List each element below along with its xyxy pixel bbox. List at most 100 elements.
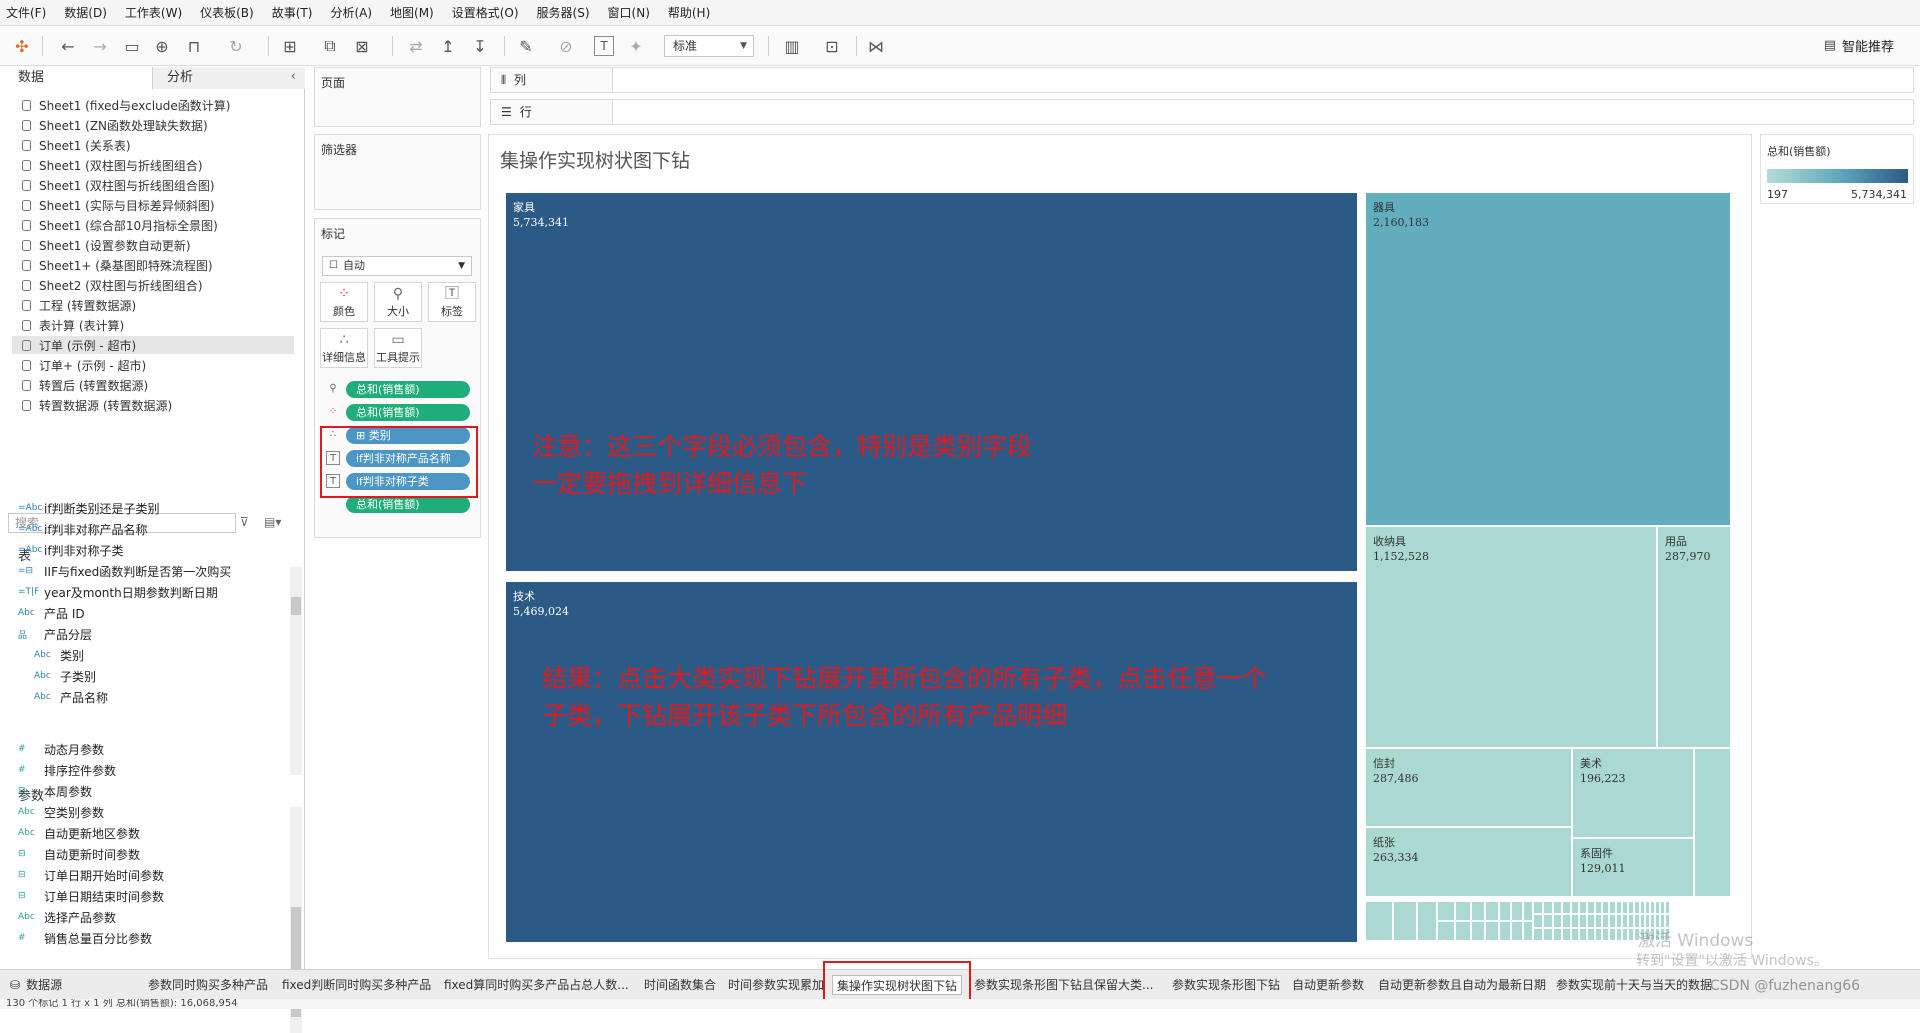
treemap-tile-small[interactable] (1456, 902, 1470, 920)
swap-icon[interactable]: ⇄ (404, 34, 428, 58)
treemap-tile-small[interactable] (1656, 902, 1659, 914)
treemap-tile-small[interactable] (1438, 902, 1454, 920)
datasource-item[interactable]: Sheet2 (双柱图与折线图组合) (22, 276, 203, 294)
field-item[interactable]: =Abc if判断类别还是子类别 (18, 499, 160, 517)
treemap-tile-small[interactable] (1623, 928, 1627, 940)
parameter-item[interactable]: # 排序控件参数 (18, 761, 116, 779)
menu-item[interactable]: 仪表板(B) (200, 4, 254, 21)
sort-desc-icon[interactable]: ↧ (468, 34, 492, 58)
treemap-tile-small[interactable] (1617, 915, 1621, 927)
treemap-tile-small[interactable] (1544, 902, 1552, 914)
tab-analysis[interactable]: 分析 (152, 67, 305, 89)
treemap-tile[interactable]: 纸张 263,334 (1366, 828, 1571, 896)
treemap-tile-small[interactable] (1610, 928, 1615, 940)
datasource-item[interactable]: Sheet1 (fixed与exclude函数计算) (22, 96, 230, 114)
datasource-item[interactable]: 转置后 (转置数据源) (22, 376, 148, 394)
treemap-tile-small[interactable] (1563, 928, 1570, 940)
pill-sum-sales-size[interactable]: 总和(销售额) (346, 381, 470, 398)
treemap-tile-small[interactable] (1629, 915, 1633, 927)
treemap-tile-small[interactable] (1554, 915, 1561, 927)
marks-type-select[interactable]: ☐ 自动 ▼ (322, 256, 472, 276)
treemap-tile-small[interactable] (1603, 928, 1608, 940)
menu-item[interactable]: 分析(A) (330, 4, 372, 21)
treemap-tile-small[interactable] (1651, 915, 1654, 927)
treemap-tile-small[interactable] (1651, 902, 1654, 914)
parameter-item[interactable]: # 销售总量百分比参数 (18, 929, 152, 947)
menu-item[interactable]: 设置格式(O) (452, 4, 519, 21)
datasource-item[interactable]: Sheet1 (ZN函数处理缺失数据) (22, 116, 208, 134)
refresh-icon[interactable]: ↻ (224, 34, 248, 58)
menu-item[interactable]: 地图(M) (390, 4, 434, 21)
treemap-tile-small[interactable] (1666, 915, 1669, 927)
treemap-tile-small[interactable] (1563, 902, 1570, 914)
datasource-item[interactable]: 订单 (示例 - 超市) (12, 336, 294, 354)
treemap-tile-small[interactable] (1666, 902, 1669, 914)
sort-asc-icon[interactable]: ↥ (436, 34, 460, 58)
fit-select[interactable]: 标准 ▼ (664, 35, 754, 57)
treemap-tile-small[interactable] (1472, 922, 1484, 940)
parameter-item[interactable]: Abc 空类别参数 (18, 803, 104, 821)
treemap-tile-small[interactable] (1635, 915, 1639, 927)
datasource-item[interactable]: Sheet1 (设置参数自动更新) (22, 236, 191, 254)
treemap-tile-small[interactable] (1623, 915, 1627, 927)
treemap-tile-small[interactable] (1603, 902, 1608, 914)
field-item[interactable]: Abc 子类别 (34, 667, 96, 685)
sheet-tab[interactable]: 参数实现条形图下钻 (1168, 975, 1284, 995)
treemap-tile-small[interactable] (1580, 915, 1586, 927)
parameter-item[interactable]: Abc 选择产品参数 (18, 908, 116, 926)
parameter-item[interactable]: ⊟ 本周参数 (18, 782, 92, 800)
treemap-tile-small[interactable] (1635, 902, 1639, 914)
tooltip-button[interactable]: ▭ 工具提示 (374, 328, 422, 368)
treemap-tile-small[interactable] (1486, 902, 1498, 920)
treemap-tile-small[interactable] (1596, 915, 1601, 927)
highlight-icon[interactable]: ✎ (514, 34, 538, 58)
treemap-tile-small[interactable] (1534, 902, 1542, 914)
treemap-tile-small[interactable] (1524, 922, 1532, 940)
treemap-tile-small[interactable] (1641, 902, 1644, 914)
treemap-tile-small[interactable] (1500, 902, 1510, 920)
datasource-item[interactable]: Sheet1 (双柱图与折线图组合) (22, 156, 203, 174)
treemap-tile[interactable]: 器具 2,160,183 (1366, 193, 1730, 525)
treemap-tile-small[interactable] (1646, 902, 1649, 914)
treemap-tile-small[interactable] (1418, 902, 1436, 940)
filter-icon[interactable]: ⊽ (240, 515, 249, 529)
smart-recommend-button[interactable]: ▤ 智能推荐 (1824, 36, 1894, 55)
treemap-tile-small[interactable] (1580, 928, 1586, 940)
sheet-tab[interactable]: 时间参数实现累加 (724, 975, 828, 995)
treemap-tile-small[interactable] (1534, 915, 1542, 927)
new-datasource-icon[interactable]: ⊕ (150, 34, 174, 58)
treemap-tile-small[interactable] (1544, 915, 1552, 927)
duplicate-icon[interactable]: ⧉ (318, 34, 342, 58)
undo-icon[interactable]: ← (56, 34, 80, 58)
treemap-tile-small[interactable] (1554, 928, 1561, 940)
parameter-item[interactable]: # 动态月参数 (18, 740, 104, 758)
filters-card[interactable]: 筛选器 (314, 134, 481, 210)
parameter-item[interactable]: Abc 自动更新地区参数 (18, 824, 140, 842)
datasource-item[interactable]: 工程 (转置数据源) (22, 296, 136, 314)
field-item[interactable]: 品 产品分层 (18, 625, 92, 643)
sheet-tab[interactable]: 自动更新参数且自动为最新日期 (1374, 975, 1550, 995)
treemap-tile-small[interactable] (1563, 915, 1570, 927)
datasource-item[interactable]: Sheet1+ (桑基图即特殊流程图) (22, 256, 213, 274)
treemap-tile-small[interactable] (1629, 902, 1633, 914)
treemap-tile-small[interactable] (1617, 902, 1621, 914)
treemap-tile-small[interactable] (1610, 915, 1615, 927)
treemap-tile-small[interactable] (1472, 902, 1484, 920)
treemap-tile-small[interactable] (1524, 902, 1532, 920)
field-item[interactable]: Abc 产品名称 (34, 688, 108, 706)
field-item[interactable]: =Abc if判非对称产品名称 (18, 520, 148, 538)
treemap-tile[interactable]: 系固件 129,011 (1573, 839, 1693, 896)
treemap-tile-small[interactable] (1500, 922, 1510, 940)
fix-axes-icon[interactable]: ✦ (624, 34, 648, 58)
treemap-tile[interactable]: 美术 196,223 (1573, 749, 1693, 837)
treemap-tile-small[interactable] (1572, 902, 1578, 914)
sheet-tab[interactable]: 时间函数集合 (640, 975, 720, 995)
datasource-item[interactable]: Sheet1 (双柱图与折线图组合图) (22, 176, 215, 194)
treemap-tile[interactable]: 用品 287,970 (1658, 527, 1730, 747)
treemap-tile-small[interactable] (1486, 922, 1498, 940)
color-legend[interactable]: 总和(销售额) 197 5,734,341 (1760, 134, 1914, 204)
treemap-tile-small[interactable] (1588, 928, 1594, 940)
treemap-tile-small[interactable] (1554, 902, 1561, 914)
treemap-tile-small[interactable] (1661, 915, 1664, 927)
group-icon[interactable]: ⊘ (554, 34, 578, 58)
